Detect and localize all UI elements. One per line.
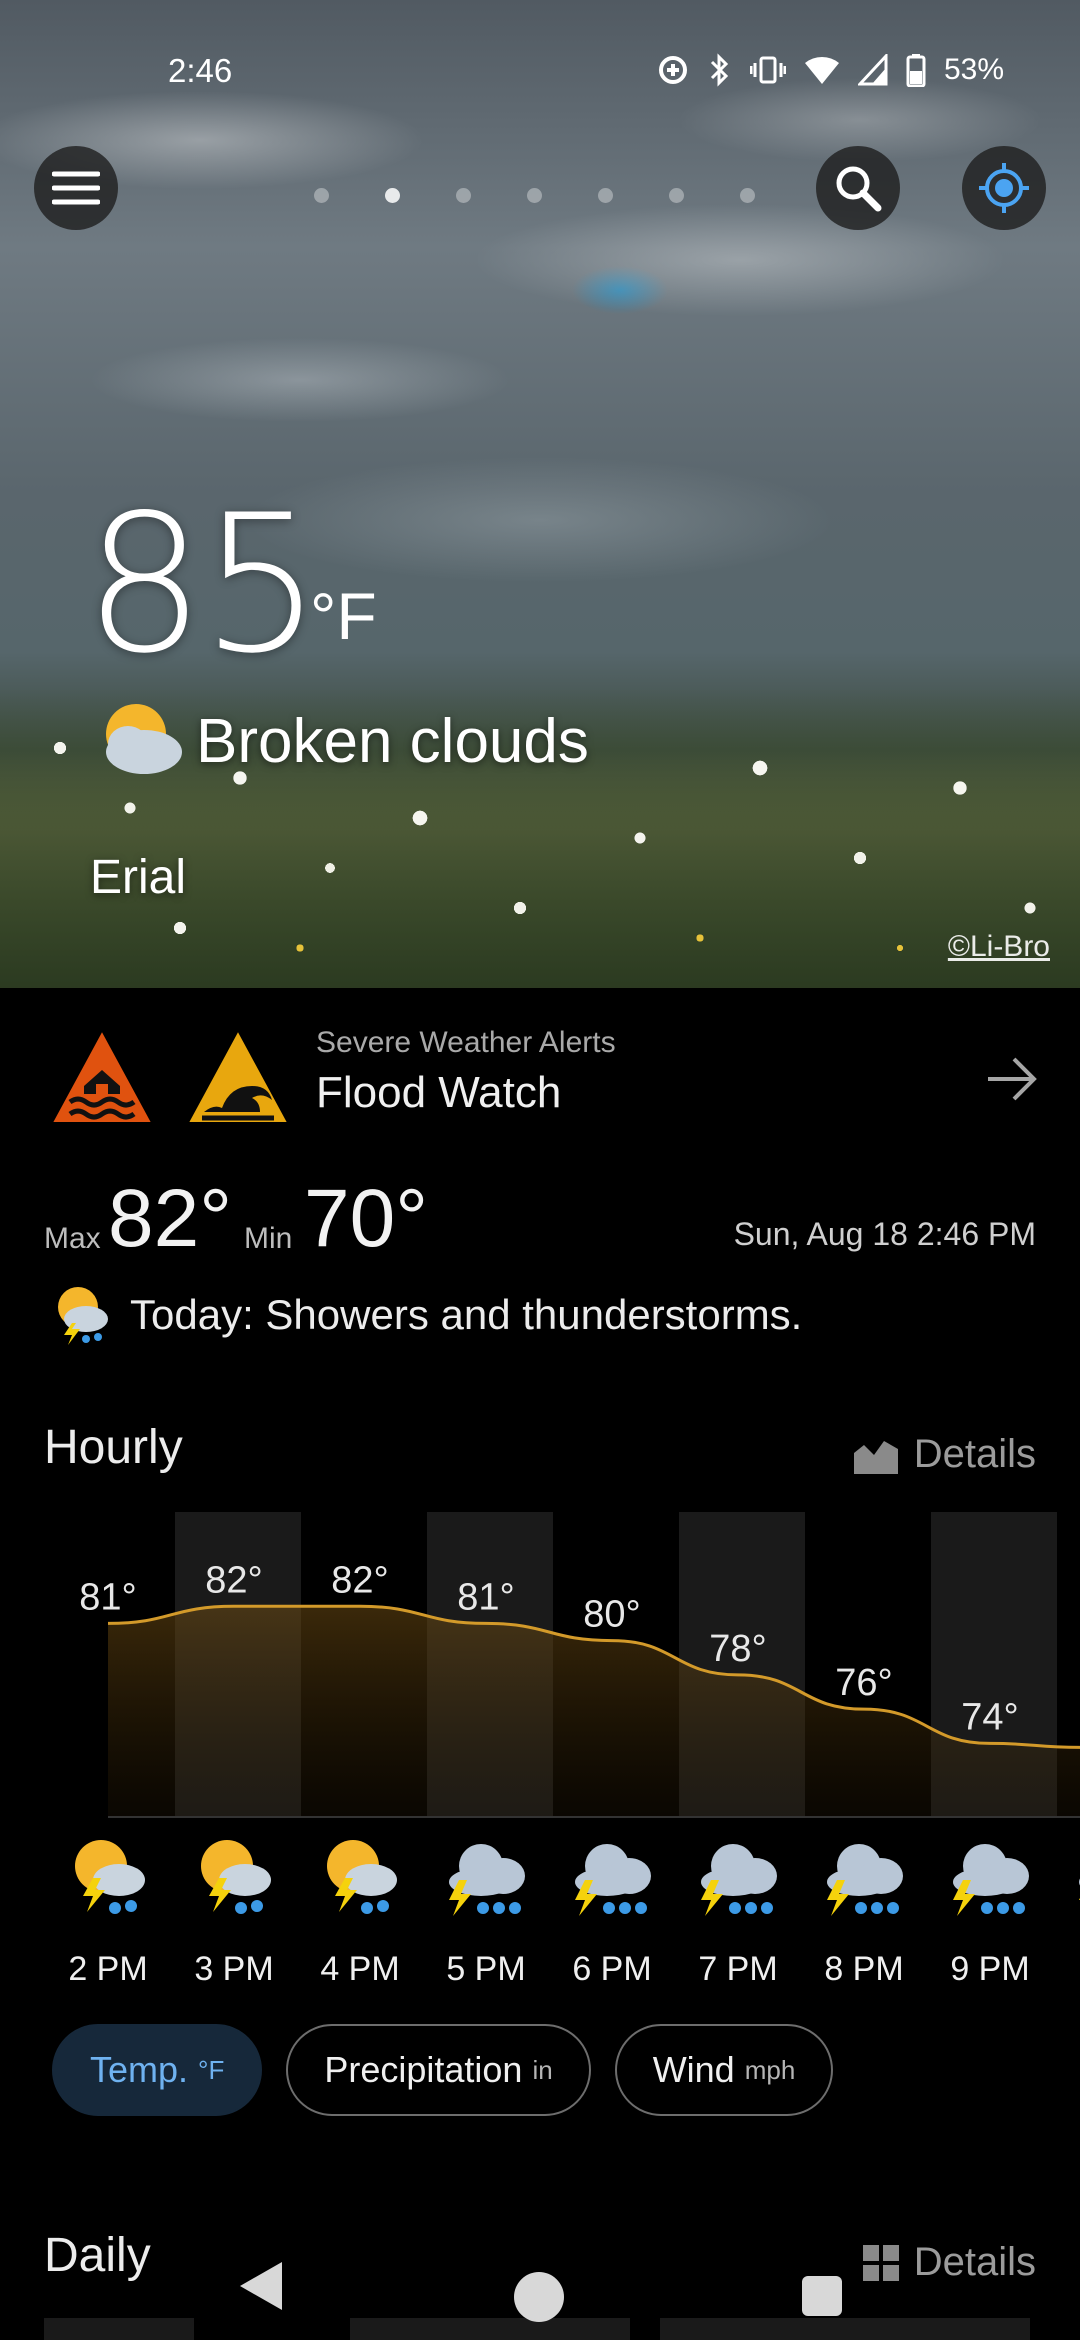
hour-time-label: 7 PM <box>698 1950 778 1988</box>
hour-forecast[interactable]: 2 PM <box>45 1830 171 1989</box>
cloud-thunder-rain-icon <box>701 1844 777 1916</box>
back-icon[interactable] <box>236 2258 286 2314</box>
system-navigation-bar <box>0 2220 1080 2340</box>
hour-forecast[interactable]: 9 PM <box>927 1830 1053 1989</box>
tab-precipitation[interactable]: Precipitation in <box>286 2024 591 2116</box>
hour-forecast[interactable]: 3 PM <box>171 1830 297 1989</box>
home-button[interactable] <box>514 2272 564 2322</box>
hour-time-label: 3 PM <box>194 1950 274 1988</box>
sun-thunder-rain-icon <box>75 1840 145 1914</box>
tab-temperature[interactable]: Temp. °F <box>52 2024 263 2116</box>
hour-time-label: 8 PM <box>824 1950 904 1988</box>
sun-thunder-rain-icon <box>327 1840 397 1914</box>
hour-forecast[interactable]: 4 PM <box>297 1830 423 1989</box>
cloud-thunder-rain-icon <box>827 1844 903 1916</box>
hour-time-label: 1 <box>1053 1950 1080 1989</box>
hour-time-label: 4 PM <box>320 1950 400 1988</box>
tab-temperature-unit: °F <box>198 2054 225 2085</box>
hourly-forecast-row: 2 PM 3 PM 4 PM 5 PM 6 PM 7 PM 8 PM 9 PM 1 <box>0 0 1080 2000</box>
tab-wind-label: Wind <box>652 2049 735 2090</box>
tab-wind-unit: mph <box>744 2054 796 2085</box>
hour-forecast[interactable]: 8 PM <box>801 1830 927 1989</box>
hourly-metric-tabs: Temp. °F Precipitation in Wind mph <box>52 2024 834 2116</box>
cloud-thunder-rain-icon <box>953 1844 1029 1916</box>
cloud-thunder-rain-icon <box>449 1844 525 1916</box>
cloud-thunder-rain-icon <box>1079 1878 1080 1900</box>
sun-thunder-rain-icon <box>201 1840 271 1914</box>
hour-time-label: 6 PM <box>572 1950 652 1988</box>
hour-forecast[interactable]: 7 PM <box>675 1830 801 1989</box>
hour-forecast[interactable]: 6 PM <box>549 1830 675 1989</box>
tab-precipitation-label: Precipitation <box>324 2049 523 2090</box>
tab-wind[interactable]: Wind mph <box>614 2024 834 2116</box>
hour-time-label: 5 PM <box>446 1950 526 1988</box>
hour-time-label: 2 PM <box>68 1950 148 1988</box>
hour-time-label: 9 PM <box>950 1950 1030 1988</box>
recents-button[interactable] <box>802 2276 842 2316</box>
hour-forecast[interactable]: 5 PM <box>423 1830 549 1989</box>
cloud-thunder-rain-icon <box>575 1844 651 1916</box>
tab-precipitation-unit: in <box>532 2054 553 2085</box>
tab-temperature-label: Temp. <box>90 2049 189 2090</box>
hour-forecast[interactable]: 1 <box>1053 1830 1080 1989</box>
